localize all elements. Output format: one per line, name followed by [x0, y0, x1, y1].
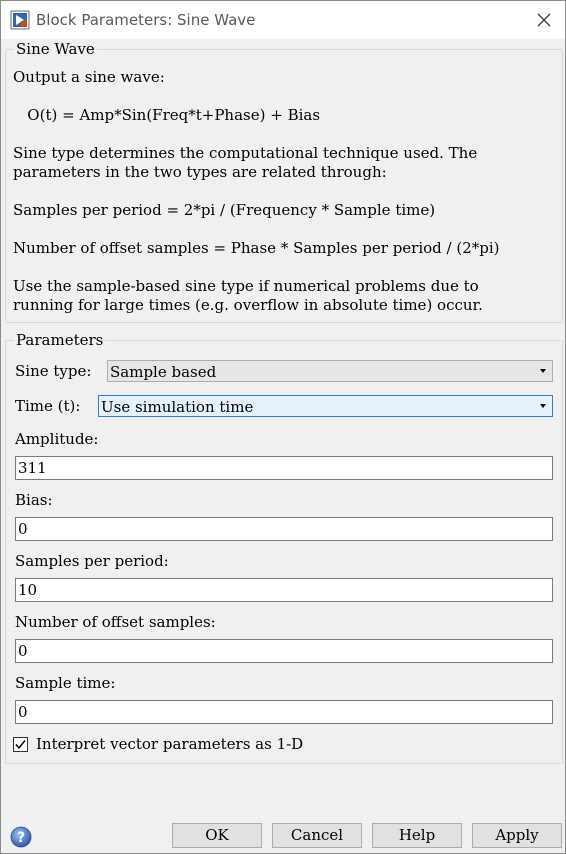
bias-label: Bias: — [15, 491, 53, 509]
sine-type-dropdown[interactable]: Sample based — [107, 360, 553, 382]
sine-type-label: Sine type: — [15, 362, 92, 380]
title-bar: Block Parameters: Sine Wave — [1, 1, 565, 39]
svg-text:?: ? — [17, 830, 25, 846]
bias-input[interactable] — [15, 517, 553, 541]
sine-type-value: Sample based — [110, 363, 217, 381]
close-icon[interactable] — [533, 9, 555, 31]
time-dropdown[interactable]: Use simulation time — [98, 395, 553, 417]
time-value: Use simulation time — [101, 398, 254, 416]
samples-per-period-label: Samples per period: — [15, 552, 169, 570]
sample-time-input[interactable] — [15, 700, 553, 724]
parameters-group-title: Parameters — [14, 331, 106, 349]
description-line: parameters in the two types are related … — [13, 163, 387, 181]
description-line: Sine type determines the computational t… — [13, 144, 478, 162]
samples-per-period-input[interactable] — [15, 578, 553, 602]
offset-samples-input[interactable] — [15, 639, 553, 663]
checkmark-icon — [15, 740, 26, 750]
sample-time-label: Sample time: — [15, 674, 116, 692]
description-line: Samples per period = 2*pi / (Frequency *… — [13, 201, 436, 219]
amplitude-input[interactable] — [15, 456, 553, 480]
formula-line: O(t) = Amp*Sin(Freq*t+Phase) + Bias — [13, 106, 321, 124]
chevron-down-icon — [540, 404, 546, 408]
description-line: Output a sine wave: — [13, 68, 165, 86]
description-line: Number of offset samples = Phase * Sampl… — [13, 239, 500, 257]
chevron-down-icon — [540, 369, 546, 373]
window-title: Block Parameters: Sine Wave — [36, 11, 256, 29]
ok-button[interactable]: OK — [172, 823, 262, 848]
simulink-block-icon — [10, 10, 30, 30]
time-label: Time (t): — [15, 397, 81, 415]
description-line: running for large times (e.g. overflow i… — [13, 296, 483, 314]
help-button[interactable]: Help — [372, 823, 462, 848]
amplitude-label: Amplitude: — [15, 430, 99, 448]
description-line: Use the sample-based sine type if numeri… — [13, 277, 479, 295]
interpret-vector-checkbox[interactable] — [13, 737, 28, 752]
help-icon[interactable]: ? — [10, 826, 32, 848]
dialog-window: Block Parameters: Sine Wave Sine Wave Ou… — [0, 0, 566, 854]
description-group-title: Sine Wave — [14, 40, 97, 58]
interpret-vector-label: Interpret vector parameters as 1-D — [36, 735, 304, 753]
offset-samples-label: Number of offset samples: — [15, 613, 216, 631]
apply-button[interactable]: Apply — [472, 823, 562, 848]
cancel-button[interactable]: Cancel — [272, 823, 362, 848]
